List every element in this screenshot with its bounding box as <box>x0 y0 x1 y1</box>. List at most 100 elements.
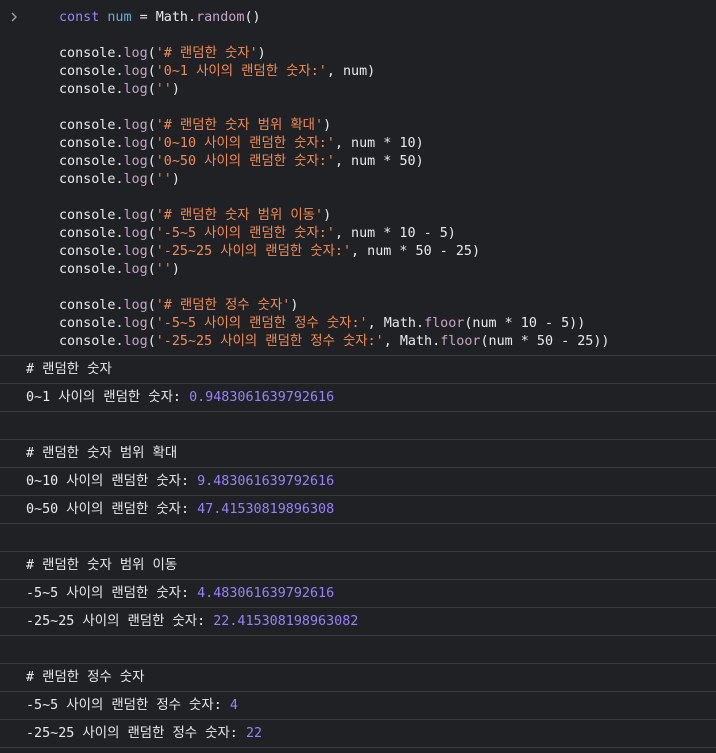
code-token: ) <box>415 136 424 151</box>
code-line: console.log('# 랜덤한 숫자 범위 확대') <box>0 117 716 135</box>
code-line: console.log('-25~25 사이의 랜덤한 정수 숫자:', Mat… <box>0 333 716 351</box>
console-message[interactable] <box>0 636 716 664</box>
code-line: console.log('') <box>0 261 716 279</box>
code-token: ( <box>147 262 156 277</box>
code-token: . <box>115 244 124 259</box>
code-token: '0~1 사이의 랜덤한 숫자:' <box>155 64 327 79</box>
console-message[interactable] <box>0 412 716 440</box>
console-message[interactable]: -5~5 사이의 랜덤한 숫자: 4.483061639792616 <box>0 580 716 608</box>
code-token: console <box>59 82 116 97</box>
code-token: , <box>383 334 400 349</box>
console-message[interactable]: 0~50 사이의 랜덤한 숫자: 47.41530819896308 <box>0 496 716 524</box>
message-text: -5~5 사이의 랜덤한 숫자: <box>26 586 198 601</box>
console-message[interactable]: # 랜덤한 정수 숫자 <box>0 664 716 692</box>
code-token: . <box>115 46 124 61</box>
code-token: log <box>123 262 148 277</box>
message-text: # 랜덤한 숫자 범위 확대 <box>26 446 178 461</box>
code-line: console.log('# 랜덤한 숫자') <box>0 45 716 63</box>
code-token: log <box>123 64 148 79</box>
code-token: ( <box>147 118 156 133</box>
console-message[interactable]: -25~25 사이의 랜덤한 정수 숫자: 22 <box>0 720 716 748</box>
code-token: () <box>244 10 261 25</box>
code-token: , num * 10 - 5) <box>334 226 456 241</box>
code-token: , num * <box>334 154 400 169</box>
code-token: ( <box>147 208 156 223</box>
code-token: console <box>59 136 116 151</box>
message-text: # 랜덤한 정수 숫자 <box>26 670 145 685</box>
code-token: console <box>59 118 116 133</box>
code-token: . <box>115 118 124 133</box>
devtools-console: const num = Math.random() console.log('# … <box>0 0 716 753</box>
code-token: ( <box>147 334 156 349</box>
code-token: log <box>123 118 148 133</box>
console-message[interactable]: # 랜덤한 숫자 <box>0 356 716 384</box>
message-number-value: 9.483061639792616 <box>197 474 335 489</box>
code-token: ) <box>171 82 180 97</box>
code-token: '' <box>155 172 172 187</box>
code-token: console <box>59 172 116 187</box>
message-number-value: 47.41530819896308 <box>197 502 335 517</box>
code-token: ( <box>147 46 156 61</box>
console-message[interactable]: 0~10 사이의 랜덤한 숫자: 9.483061639792616 <box>0 468 716 496</box>
code-token: ) <box>415 154 424 169</box>
code-token: '# 랜덤한 숫자' <box>155 46 258 61</box>
code-token: ) <box>290 298 299 313</box>
console-message[interactable]: # 랜덤한 숫자 범위 확대 <box>0 440 716 468</box>
console-message[interactable]: # 랜덤한 숫자 범위 이동 <box>0 552 716 580</box>
code-token: ) <box>171 262 180 277</box>
code-line: console.log('') <box>0 171 716 189</box>
code-token: log <box>123 82 148 97</box>
code-line: console.log('-5~5 사이의 랜덤한 정수 숫자:', Math.… <box>0 315 716 333</box>
code-token: num <box>107 10 132 25</box>
code-line: const num = Math.random() <box>0 9 716 27</box>
code-token: Math <box>155 10 188 25</box>
code-token: console <box>59 244 116 259</box>
code-token: , num * 50 - 25) <box>351 244 481 259</box>
code-token: floor <box>424 316 465 331</box>
code-block: const num = Math.random() console.log('# … <box>0 9 716 351</box>
message-text: -25~25 사이의 랜덤한 숫자: <box>26 614 214 629</box>
code-token: '-5~5 사이의 랜덤한 정수 숫자:' <box>155 316 368 331</box>
message-number-value: 22 <box>245 726 263 741</box>
code-token: console <box>59 208 116 223</box>
code-token: , num * <box>334 136 400 151</box>
code-token: ( <box>147 64 156 79</box>
console-output: # 랜덤한 숫자 0~1 사이의 랜덤한 숫자: 0.94830616397926… <box>0 356 716 748</box>
console-message[interactable] <box>0 524 716 552</box>
code-token: log <box>123 298 148 313</box>
code-token: log <box>123 244 148 259</box>
code-token: '-5~5 사이의 랜덤한 숫자:' <box>155 226 335 241</box>
code-token: '' <box>155 82 172 97</box>
code-token: log <box>123 316 148 331</box>
message-number-value: 4 <box>229 698 238 713</box>
code-token: . <box>115 64 124 79</box>
code-token: ( <box>147 136 156 151</box>
console-message[interactable]: -5~5 사이의 랜덤한 정수 숫자: 4 <box>0 692 716 720</box>
code-token: '# 랜덤한 숫자 범위 확대' <box>155 118 324 133</box>
console-input-echo[interactable]: const num = Math.random() console.log('# … <box>0 0 716 356</box>
console-message[interactable]: 0~1 사이의 랜덤한 숫자: 0.9483061639792616 <box>0 384 716 412</box>
message-text: # 랜덤한 숫자 <box>26 362 112 377</box>
code-token: . <box>432 334 441 349</box>
code-token: '' <box>155 262 172 277</box>
code-token: . <box>115 82 124 97</box>
code-token: log <box>123 154 148 169</box>
code-line: console.log('0~50 사이의 랜덤한 숫자:', num * 50… <box>0 153 716 171</box>
code-token: (num * 10 - 5)) <box>464 316 586 331</box>
code-token: (num * 50 - 25)) <box>480 334 610 349</box>
code-token: console <box>59 334 116 349</box>
code-line: console.log('-25~25 사이의 랜덤한 숫자:', num * … <box>0 243 716 261</box>
code-line: console.log('# 랜덤한 정수 숫자') <box>0 297 716 315</box>
code-token: . <box>188 10 197 25</box>
console-message[interactable]: -25~25 사이의 랜덤한 숫자: 22.415308198963082 <box>0 608 716 636</box>
code-token: Math <box>399 334 433 349</box>
code-token: log <box>123 226 148 241</box>
code-token: ) <box>323 118 332 133</box>
code-token: '0~50 사이의 랜덤한 숫자:' <box>155 154 335 169</box>
code-token: console <box>59 298 116 313</box>
code-token: log <box>123 46 148 61</box>
code-token: . <box>115 334 124 349</box>
code-token: '-25~25 사이의 랜덤한 숫자:' <box>155 244 352 259</box>
